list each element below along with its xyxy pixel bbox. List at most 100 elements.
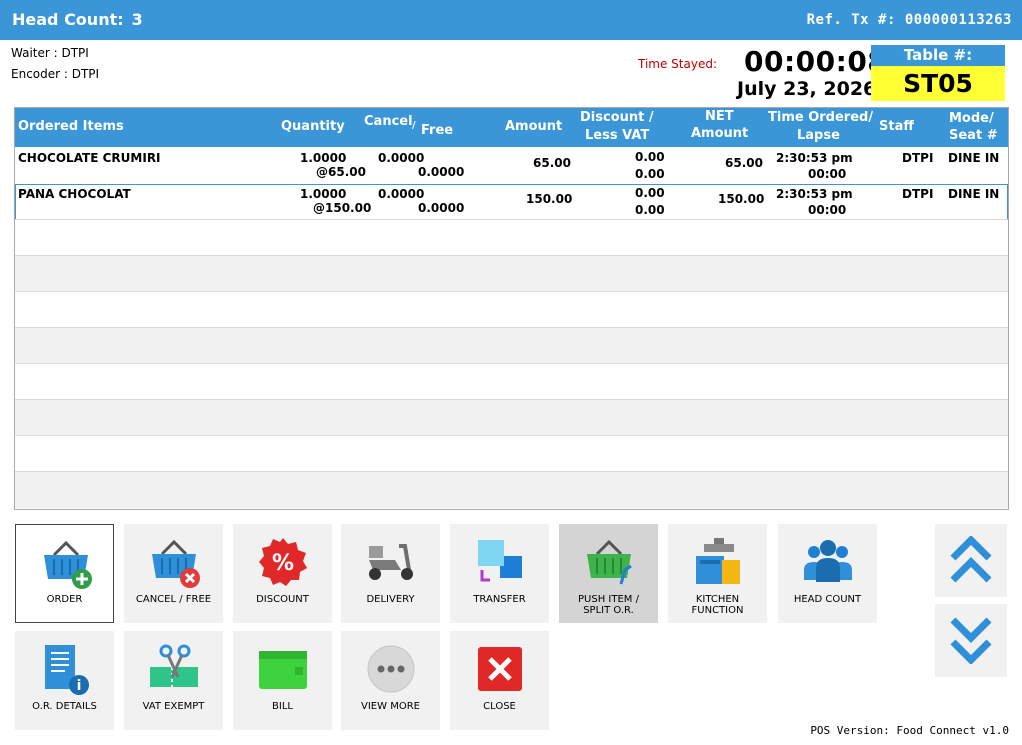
push-item-label: PUSH ITEM / SPLIT O.R. — [559, 594, 658, 616]
item-mode: DINE IN — [948, 187, 1000, 201]
current-date: July 23, 2026 — [737, 78, 877, 100]
table-row[interactable]: PANA CHOCOLAT 1.0000 @150.00 0.0000 0.00… — [15, 184, 1008, 220]
col-ordered-items: Ordered Items — [18, 119, 124, 134]
item-qty: 1.0000 — [300, 151, 347, 165]
basket-remove-icon — [152, 539, 200, 588]
item-name: PANA CHOCOLAT — [18, 187, 131, 201]
item-discount: 0.00 — [635, 186, 665, 200]
vat-exempt-label: VAT EXEMPT — [142, 701, 205, 712]
col-amount: Amount — [505, 119, 563, 134]
item-staff: DTPI — [902, 151, 934, 165]
col-free: Free — [421, 123, 454, 138]
order-button[interactable]: ORDER — [15, 524, 114, 623]
item-unit-price: @65.00 — [316, 165, 366, 179]
item-amount: 150.00 — [526, 192, 573, 206]
item-time-ordered: 2:30:53 pm — [776, 187, 853, 201]
col-net: NET — [705, 109, 734, 124]
close-label: CLOSE — [483, 701, 516, 712]
ref-value: 000000113263 — [904, 12, 1012, 28]
table-row[interactable]: CHOCOLATE CRUMIRI 1.0000 @65.00 0.0000 0… — [15, 148, 1008, 184]
close-button[interactable]: CLOSE — [450, 631, 549, 730]
kitchen-function-label: KITCHEN FUNCTION — [668, 594, 767, 616]
ticket-scissors-icon — [150, 644, 198, 687]
table-number-box: Table #: ST05 — [871, 45, 1005, 101]
view-more-label: VIEW MORE — [361, 701, 420, 712]
scooter-icon — [369, 544, 413, 580]
bill-label: BILL — [272, 701, 293, 712]
transfer-icon — [478, 540, 522, 582]
discount-label: DISCOUNT — [256, 594, 309, 605]
svg-text:i: i — [77, 678, 82, 694]
item-free: 0.0000 — [418, 165, 465, 179]
item-discount: 0.00 — [635, 150, 665, 164]
empty-row — [15, 255, 1008, 292]
kitchen-function-button[interactable]: KITCHEN FUNCTION — [668, 524, 767, 623]
item-cancel: 0.0000 — [378, 151, 425, 165]
cancel-free-button[interactable]: CANCEL / FREE — [124, 524, 223, 623]
reference-number: Ref. Tx #: 000000113263 — [807, 12, 1012, 28]
push-item-split-button[interactable]: PUSH ITEM / SPLIT O.R. — [559, 524, 658, 623]
close-icon — [478, 647, 522, 691]
or-details-button[interactable]: i O.R. DETAILS — [15, 631, 114, 730]
double-chevron-up-icon — [950, 536, 992, 583]
pos-version: POS Version: Food Connect v1.0 — [810, 724, 1009, 737]
item-lapse: 00:00 — [808, 203, 847, 217]
col-quantity: Quantity — [281, 119, 345, 134]
grid-header: Ordered Items Quantity Cancel / Free Amo… — [15, 108, 1008, 147]
item-lapse: 00:00 — [808, 167, 847, 181]
bill-button[interactable]: BILL — [233, 631, 332, 730]
item-amount: 65.00 — [533, 156, 571, 170]
order-grid[interactable]: Ordered Items Quantity Cancel / Free Amo… — [14, 107, 1009, 510]
table-number-value: ST05 — [871, 66, 1005, 101]
item-cancel: 0.0000 — [378, 187, 425, 201]
or-details-label: O.R. DETAILS — [32, 701, 97, 712]
kitchen-icon — [696, 538, 740, 584]
kitchen-label-line2: FUNCTION — [691, 605, 744, 616]
delivery-label: DELIVERY — [366, 594, 415, 605]
delivery-button[interactable]: DELIVERY — [341, 524, 440, 623]
push-item-label-line2: SPLIT O.R. — [583, 605, 634, 616]
vat-exempt-button[interactable]: VAT EXEMPT — [124, 631, 223, 730]
head-count-label: Head Count: — [12, 10, 124, 29]
time-stayed-label: Time Stayed: — [638, 57, 718, 71]
item-time-ordered: 2:30:53 pm — [776, 151, 853, 165]
col-staff: Staff — [879, 119, 914, 134]
empty-row — [15, 219, 1008, 256]
head-count: Head Count: 3 — [12, 10, 143, 29]
col-seat: Seat # — [949, 128, 998, 143]
item-less-vat: 0.00 — [635, 203, 665, 217]
top-bar: Head Count: 3 Ref. Tx #: 000000113263 — [0, 0, 1022, 40]
percent-badge-icon: % — [259, 538, 307, 586]
ref-label: Ref. Tx #: — [806, 12, 896, 28]
item-unit-price: @150.00 — [313, 201, 372, 215]
receipt-info-icon: i — [45, 645, 89, 695]
col-cancel: Cancel — [364, 114, 413, 129]
encoder-label: Encoder : DTPI — [11, 67, 100, 81]
view-more-button[interactable]: VIEW MORE — [341, 631, 440, 730]
head-count-value: 3 — [131, 10, 143, 29]
table-number-label: Table #: — [871, 45, 1005, 66]
basket-add-icon — [44, 540, 92, 589]
item-free: 0.0000 — [418, 201, 465, 215]
empty-row — [15, 363, 1008, 400]
item-mode: DINE IN — [948, 151, 1000, 165]
head-count-button[interactable]: HEAD COUNT — [778, 524, 877, 623]
discount-button[interactable]: % DISCOUNT — [233, 524, 332, 623]
people-icon — [804, 540, 852, 582]
cancel-free-label: CANCEL / FREE — [135, 594, 212, 605]
elapsed-timer: 00:00:08 — [744, 45, 888, 78]
waiter-label: Waiter : DTPI — [11, 46, 89, 60]
order-label: ORDER — [46, 594, 83, 605]
col-less-vat: Less VAT — [585, 128, 650, 143]
empty-row — [15, 471, 1008, 508]
empty-row — [15, 327, 1008, 364]
empty-row — [15, 435, 1008, 472]
col-net-amount: Amount — [691, 126, 749, 141]
push-item-label-line1: PUSH ITEM / — [578, 594, 639, 605]
kitchen-label-line1: KITCHEN — [695, 594, 740, 605]
transfer-button[interactable]: TRANSFER — [450, 524, 549, 623]
item-staff: DTPI — [902, 187, 934, 201]
double-chevron-down-icon — [950, 617, 992, 664]
scroll-up-button[interactable] — [935, 524, 1007, 597]
scroll-down-button[interactable] — [935, 604, 1007, 677]
